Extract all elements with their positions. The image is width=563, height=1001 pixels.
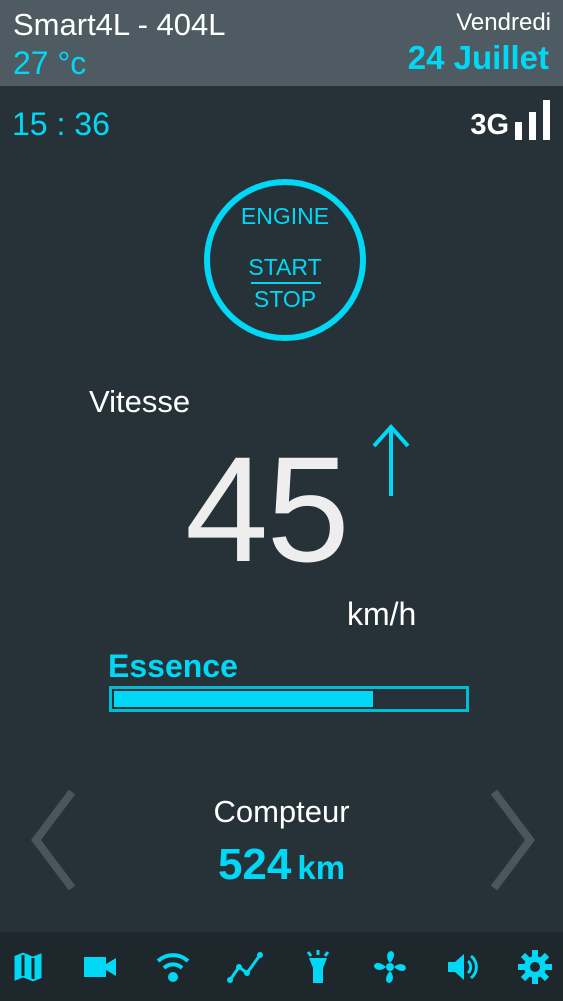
odometer-value: 524 [217,840,292,889]
signal-bars-icon [515,100,550,140]
flashlight-icon[interactable] [298,947,338,987]
gear-icon[interactable] [515,947,555,987]
chart-line-icon[interactable] [225,947,265,987]
engine-start-stop-button[interactable]: ENGINE START STOP [204,179,366,341]
fuel-gauge-fill [114,691,373,707]
network-status: 3G [470,96,553,142]
speed-label: Vitesse [89,384,191,419]
day-name: Vendredi [456,9,551,36]
car-name: Smart4L - 404L [13,7,226,42]
odometer-readout: 524 km [0,840,563,890]
clock: 15 : 36 [12,106,110,142]
wifi-icon[interactable] [153,947,193,987]
odometer-label: Compteur [213,794,350,829]
map-icon[interactable] [8,947,48,987]
engine-label: ENGINE [240,203,330,229]
start-label: START [248,254,322,280]
chevron-right-icon[interactable] [488,788,538,892]
date-text: 24 Juillet [407,39,549,76]
fuel-gauge [109,686,469,712]
volume-icon[interactable] [443,947,483,987]
network-type: 3G [470,109,509,141]
dashboard-screen: Smart4L - 404L 27 °c Vendredi 24 Juillet… [0,0,563,1001]
fan-icon[interactable] [370,947,410,987]
fuel-label: Essence [108,648,238,684]
start-stop-divider [251,282,321,284]
video-camera-icon[interactable] [80,947,120,987]
header-bar: Smart4L - 404L 27 °c Vendredi 24 Juillet [0,0,563,86]
speed-value: 45 [185,425,350,593]
speed-unit: km/h [347,596,417,632]
stop-label: STOP [253,286,317,312]
temperature-readout: 27 °c [13,45,87,81]
arrow-up-icon [372,424,410,496]
bottom-toolbar [0,932,563,1001]
odometer-unit: km [297,849,346,886]
